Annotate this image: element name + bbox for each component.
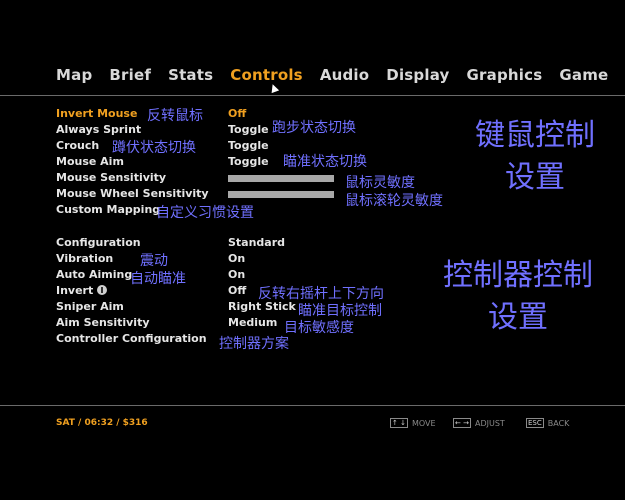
annotation: 控制器方案 (219, 336, 289, 352)
tab-brief[interactable]: Brief (109, 66, 151, 84)
bottom-divider (0, 405, 625, 406)
annotation: 鼠标灵敏度 (345, 175, 415, 191)
annotation: 反转鼠标 (147, 108, 203, 124)
hint-move: ↑ ↓ MOVE (390, 418, 436, 428)
setting-value[interactable]: Toggle (228, 139, 269, 152)
tab-game[interactable]: Game (559, 66, 608, 84)
setting-value[interactable]: On (228, 268, 245, 281)
setting-label: Custom Mapping (56, 203, 161, 216)
wheel-sensitivity-slider[interactable] (228, 191, 334, 198)
setting-label: Auto Aiming (56, 268, 133, 281)
setting-label: Controller Configuration (56, 332, 207, 345)
menu-tabs: Map Brief Stats Controls Audio Display G… (56, 66, 625, 84)
setting-value[interactable]: Medium (228, 316, 277, 329)
tab-stats[interactable]: Stats (168, 66, 213, 84)
setting-value[interactable]: Standard (228, 236, 285, 249)
annotation: 自定义习惯设置 (156, 205, 254, 221)
hint-back: ESC BACK (526, 418, 569, 428)
setting-label: Sniper Aim (56, 300, 124, 313)
tab-audio[interactable]: Audio (320, 66, 369, 84)
top-divider (0, 95, 625, 96)
annotation: 瞄准状态切换 (283, 154, 367, 170)
right-stick-icon (97, 285, 108, 295)
hint-label: BACK (547, 418, 570, 428)
annotation: 目标敏感度 (284, 320, 354, 336)
annotation: 鼠标滚轮灵敏度 (345, 193, 443, 209)
setting-label: Mouse Sensitivity (56, 171, 167, 184)
setting-value[interactable]: Toggle (228, 123, 269, 136)
setting-value[interactable]: On (228, 252, 245, 265)
annotation: 震动 (140, 253, 168, 269)
tab-controls[interactable]: Controls (230, 66, 303, 84)
setting-label: Crouch (56, 139, 100, 152)
hint-adjust: ← → ADJUST (453, 418, 505, 428)
hint-label: ADJUST (474, 418, 505, 428)
annotation: 自动瞄准 (130, 271, 186, 287)
esc-key-icon: ESC (526, 418, 544, 428)
setting-value[interactable]: Toggle (228, 155, 269, 168)
tab-display[interactable]: Display (386, 66, 449, 84)
setting-label-wrap: Invert (56, 284, 108, 297)
sensitivity-slider[interactable] (228, 175, 334, 182)
setting-label: Invert Mouse (56, 107, 138, 120)
setting-label: Vibration (56, 252, 114, 265)
annotation: 蹲伏状态切换 (112, 140, 196, 156)
arrow-up-down-icon: ↑ ↓ (390, 418, 408, 428)
setting-value[interactable]: Off (228, 107, 246, 120)
tab-graphics[interactable]: Graphics (467, 66, 543, 84)
section-annotation-mouse: 键鼠控制 设置 (475, 118, 595, 195)
setting-value[interactable]: Off (228, 284, 246, 297)
setting-label: Configuration (56, 236, 141, 249)
annotation: 跑步状态切换 (272, 120, 356, 136)
tab-map[interactable]: Map (56, 66, 92, 84)
status-readout: SAT / 06:32 / $316 (56, 418, 148, 428)
section-annotation-controller: 控制器控制 设置 (443, 258, 593, 335)
setting-label: Invert (56, 284, 94, 297)
mouse-cursor (268, 82, 280, 94)
arrow-left-right-icon: ← → (453, 418, 471, 428)
setting-label: Mouse Wheel Sensitivity (56, 187, 209, 200)
hint-label: MOVE (411, 418, 436, 428)
setting-label: Always Sprint (56, 123, 142, 136)
setting-label: Aim Sensitivity (56, 316, 150, 329)
